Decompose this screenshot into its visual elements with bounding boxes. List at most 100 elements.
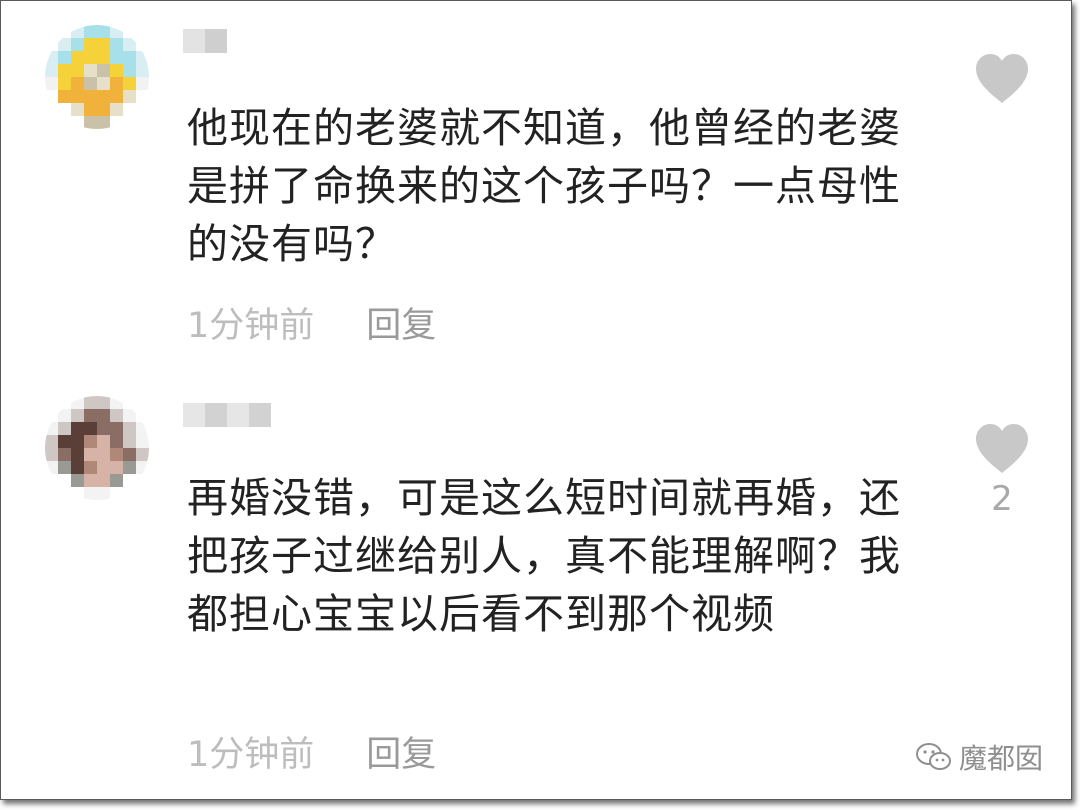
avatar-mosaic-cell [58, 461, 71, 474]
avatar-mosaic-cell [123, 461, 136, 474]
avatar-mosaic-cell [97, 487, 110, 500]
avatar-mosaic-cell [123, 103, 136, 116]
username-pixelated[interactable] [183, 403, 271, 427]
avatar-mosaic-cell [136, 435, 149, 448]
avatar-mosaic-cell [58, 409, 71, 422]
avatar-mosaic-cell [84, 77, 97, 90]
avatar-mosaic-cell [58, 64, 71, 77]
avatar-mosaic-cell [84, 474, 97, 487]
avatar-mosaic-cell [84, 448, 97, 461]
avatar-mosaic-cell [58, 38, 71, 51]
avatar-mosaic-cell [58, 116, 71, 129]
avatar-mosaic-cell [97, 77, 110, 90]
avatar-mosaic-cell [136, 64, 149, 77]
avatar-mosaic-cell [97, 51, 110, 64]
reply-button[interactable]: 回复 [366, 726, 436, 777]
avatar-mosaic-cell [97, 448, 110, 461]
avatar-mosaic-cell [110, 90, 123, 103]
avatar-mosaic-cell [110, 435, 123, 448]
avatar-mosaic-cell [123, 435, 136, 448]
username-mosaic-cell [205, 403, 227, 427]
avatar-mosaic-cell [123, 474, 136, 487]
avatar-mosaic-cell [45, 448, 58, 461]
avatar-mosaic-cell [136, 409, 149, 422]
avatar-mosaic-cell [58, 103, 71, 116]
avatar-mosaic-cell [97, 103, 110, 116]
avatar-mosaic-cell [110, 103, 123, 116]
avatar-mosaic-cell [71, 435, 84, 448]
comment-panel: 他现在的老婆就不知道，他曾经的老婆是拼了命换来的这个孩子吗？一点母性的没有吗？ … [0, 0, 1072, 800]
avatar-mosaic-cell [71, 461, 84, 474]
avatar-mosaic-cell [123, 64, 136, 77]
avatar-mosaic-cell [71, 103, 84, 116]
avatar-mosaic-cell [45, 409, 58, 422]
comment-text: 再婚没错，可是这么短时间就再婚，还把孩子过继给别人，真不能理解啊？我都担心宝宝以… [187, 474, 901, 638]
avatar-mosaic-cell [58, 422, 71, 435]
avatar-mosaic-cell [84, 90, 97, 103]
avatar-mosaic-cell [136, 116, 149, 129]
avatar-mosaic-cell [123, 396, 136, 409]
avatar-mosaic-cell [45, 103, 58, 116]
avatar-mosaic-cell [136, 51, 149, 64]
avatar-mosaic-cell [71, 448, 84, 461]
like-button[interactable] [973, 53, 1031, 111]
avatar-mosaic-cell [136, 461, 149, 474]
avatar-mosaic-cell [136, 25, 149, 38]
avatar-mosaic-cell [71, 51, 84, 64]
username-mosaic-cell [183, 403, 205, 427]
avatar-mosaic-cell [97, 396, 110, 409]
avatar-mosaic-cell [45, 51, 58, 64]
watermark: 魔都囡 [915, 737, 1043, 777]
username-pixelated[interactable] [183, 29, 227, 53]
username-mosaic-cell [183, 29, 205, 53]
avatar-mosaic-cell [71, 474, 84, 487]
avatar-mosaic-cell [58, 435, 71, 448]
avatar-mosaic-cell [97, 474, 110, 487]
avatar-mosaic-cell [45, 474, 58, 487]
avatar-mosaic-cell [110, 25, 123, 38]
avatar-mosaic-cell [110, 409, 123, 422]
avatar-mosaic-cell [97, 64, 110, 77]
avatar-mosaic-cell [45, 64, 58, 77]
avatar-mosaic-cell [123, 25, 136, 38]
watermark-text: 魔都囡 [958, 742, 1043, 775]
avatar-mosaic-cell [71, 116, 84, 129]
avatar-mosaic-cell [123, 38, 136, 51]
avatar-mosaic-cell [123, 409, 136, 422]
avatar-mosaic-cell [97, 90, 110, 103]
avatar[interactable] [45, 396, 149, 500]
avatar-mosaic-cell [123, 422, 136, 435]
avatar-mosaic-cell [45, 396, 58, 409]
avatar-mosaic-cell [71, 64, 84, 77]
avatar-mosaic-cell [45, 77, 58, 90]
comment-meta: 1分钟前 回复 [187, 297, 436, 348]
avatar-mosaic-cell [136, 487, 149, 500]
reply-button[interactable]: 回复 [366, 297, 436, 348]
avatar-mosaic-cell [123, 116, 136, 129]
avatar-mosaic-cell [84, 396, 97, 409]
avatar-mosaic-cell [45, 90, 58, 103]
avatar-mosaic-cell [136, 448, 149, 461]
avatar-mosaic-cell [71, 396, 84, 409]
avatar-mosaic-cell [45, 487, 58, 500]
avatar-mosaic-cell [136, 90, 149, 103]
avatar-mosaic-cell [110, 396, 123, 409]
avatar-mosaic-cell [84, 103, 97, 116]
avatar-mosaic-cell [58, 396, 71, 409]
avatar-mosaic-cell [84, 38, 97, 51]
avatar-mosaic-cell [45, 461, 58, 474]
avatar-mosaic-cell [58, 77, 71, 90]
avatar-mosaic-cell [84, 487, 97, 500]
avatar-mosaic-cell [45, 422, 58, 435]
comment-time: 1分钟前 [187, 306, 315, 346]
avatar[interactable] [45, 25, 149, 129]
username-mosaic-cell [249, 403, 271, 427]
username-mosaic-cell [227, 403, 249, 427]
avatar-mosaic-cell [45, 435, 58, 448]
like-button[interactable]: 2 [973, 423, 1031, 517]
username-mosaic-cell [205, 29, 227, 53]
comment-text: 他现在的老婆就不知道，他曾经的老婆是拼了命换来的这个孩子吗？一点母性的没有吗？ [187, 104, 901, 268]
avatar-mosaic-cell [84, 461, 97, 474]
avatar-mosaic-cell [110, 448, 123, 461]
like-count: 2 [991, 479, 1013, 519]
